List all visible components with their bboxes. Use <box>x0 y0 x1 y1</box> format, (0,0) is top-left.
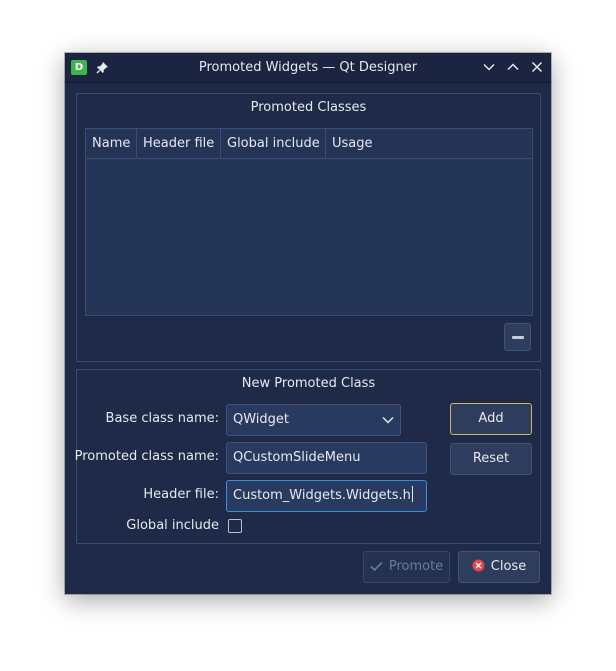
minimize-button[interactable] <box>482 60 496 74</box>
base-class-label: Base class name: <box>105 411 219 426</box>
column-header-global-include[interactable]: Global include <box>221 129 326 158</box>
base-class-combobox[interactable]: QWidget <box>226 404 401 436</box>
promoted-class-input[interactable]: QCustomSlideMenu <box>226 442 427 474</box>
global-include-checkbox[interactable] <box>228 519 242 533</box>
window-title: Promoted Widgets — Qt Designer <box>198 60 418 75</box>
chevron-down-icon <box>382 416 394 424</box>
add-button[interactable]: Add <box>450 403 532 435</box>
title-bar[interactable]: D Promoted Widgets — Qt Designer <box>65 53 551 83</box>
header-file-input[interactable]: Custom_Widgets.Widgets.h <box>226 480 427 512</box>
text-caret <box>411 486 413 502</box>
close-icon <box>531 61 543 73</box>
new-promoted-class-title: New Promoted Class <box>241 376 376 391</box>
column-header-usage[interactable]: Usage <box>326 129 532 158</box>
promoted-class-label: Promoted class name: <box>74 449 219 464</box>
promote-label: Promote <box>388 559 444 574</box>
close-circle-icon <box>472 559 485 572</box>
close-label: Close <box>490 559 527 574</box>
promoted-class-value: QCustomSlideMenu <box>233 450 361 465</box>
close-window-button[interactable] <box>530 60 544 74</box>
reset-button[interactable]: Reset <box>450 443 532 475</box>
promoted-widgets-dialog: D Promoted Widgets — Qt Designer Promote… <box>65 53 551 594</box>
base-class-value: QWidget <box>233 412 290 427</box>
promoted-classes-title: Promoted Classes <box>250 100 367 115</box>
header-file-value: Custom_Widgets.Widgets.h <box>233 488 411 503</box>
maximize-button[interactable] <box>506 60 520 74</box>
chevron-up-icon <box>507 63 519 71</box>
column-header-header-file[interactable]: Header file <box>137 129 221 158</box>
close-button[interactable]: Close <box>458 551 540 583</box>
checkmark-icon <box>370 561 383 572</box>
remove-class-button[interactable] <box>504 323 531 351</box>
promote-button[interactable]: Promote <box>363 551 450 583</box>
column-header-name[interactable]: Name <box>86 129 137 158</box>
global-include-label: Global include <box>126 518 219 533</box>
chevron-down-icon <box>483 63 495 71</box>
table-header: Name Header file Global include Usage <box>86 129 532 159</box>
new-promoted-class-group: New Promoted Class Base class name: QWid… <box>74 369 541 544</box>
promoted-classes-table[interactable]: Name Header file Global include Usage <box>85 128 533 316</box>
promoted-classes-group: Promoted Classes Name Header file Global… <box>76 93 541 362</box>
header-file-label: Header file: <box>143 487 219 502</box>
